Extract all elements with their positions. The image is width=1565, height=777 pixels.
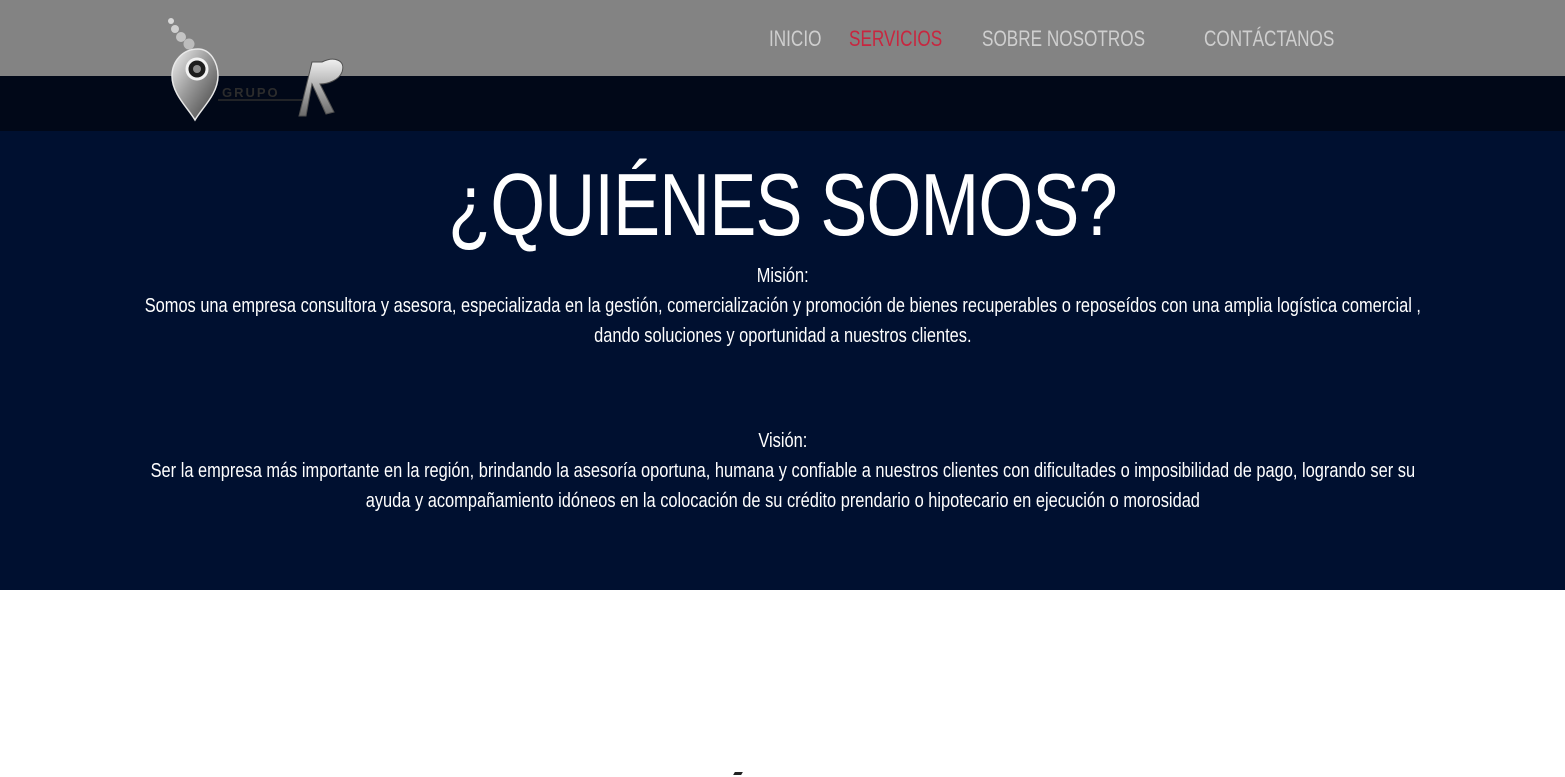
nav-servicios[interactable]: SERVICIOS	[849, 24, 942, 54]
about-section: ¿QUIÉNES SOMOS? Misión: Somos una empres…	[0, 131, 1565, 590]
nav-inicio[interactable]: INICIO	[769, 24, 821, 54]
mission-block: Misión: Somos una empresa consultora y a…	[140, 261, 1425, 351]
grupo-r-logo[interactable]: GRUPO	[162, 16, 352, 126]
main-nav: INICIO SERVICIOS SOBRE NOSOTROS CONTÁCTA…	[769, 24, 1351, 54]
vision-heading: Visión:	[758, 430, 807, 452]
nav-contactanos[interactable]: CONTÁCTANOS	[1204, 24, 1334, 54]
mission-text: Somos una empresa consultora y asesora, …	[144, 295, 1421, 347]
page-title: ¿QUIÉNES SOMOS?	[448, 155, 1117, 254]
location-pin-logo-icon	[168, 18, 344, 122]
nav-sobre-nosotros[interactable]: SOBRE NOSOTROS	[982, 24, 1145, 54]
vision-block: Visión: Ser la empresa más importante en…	[140, 426, 1425, 516]
vision-text: Ser la empresa más importante en la regi…	[150, 460, 1415, 512]
content-area	[0, 590, 1565, 777]
logo-wordmark: GRUPO	[222, 85, 280, 100]
mission-heading: Misión:	[756, 265, 809, 287]
